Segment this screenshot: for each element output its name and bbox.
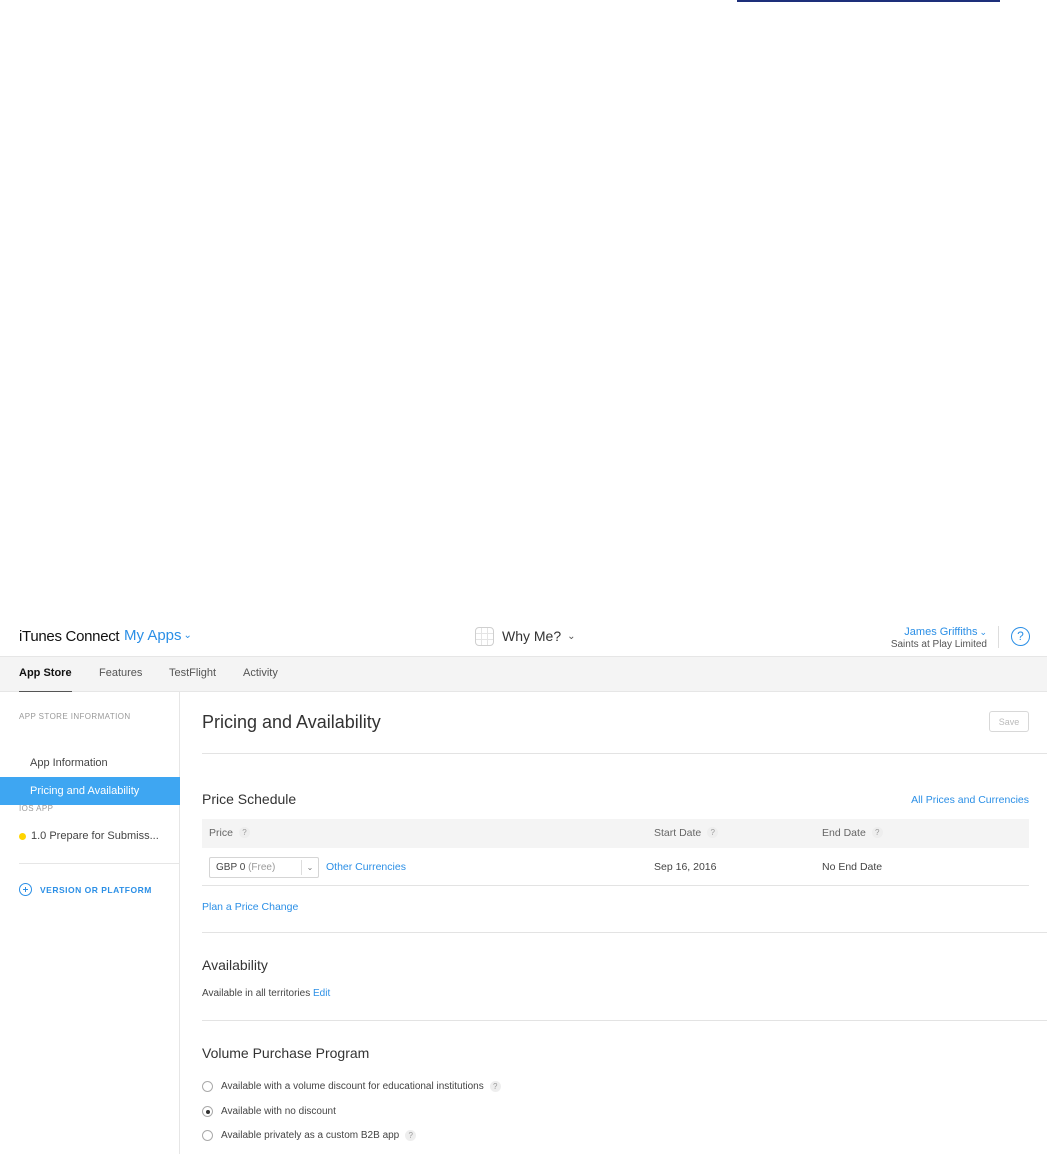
volume-purchase-program-title: Volume Purchase Program: [202, 1045, 370, 1061]
user-name-label: James Griffiths: [904, 626, 978, 638]
section-divider: [202, 1020, 1047, 1021]
vpp-option-label: Available with no discount: [221, 1106, 336, 1117]
app-switcher[interactable]: Why Me? ⌄: [475, 626, 576, 646]
tab-testflight[interactable]: TestFlight: [169, 657, 216, 691]
add-version-label: VERSION OR PLATFORM: [40, 884, 152, 895]
top-header: iTunes Connect My Apps ⌄ Why Me? ⌄ James …: [0, 618, 1047, 656]
sidebar-divider: [19, 863, 180, 864]
status-dot-icon: [19, 832, 26, 840]
main-content: Pricing and Availability Save Price Sche…: [202, 692, 1047, 1154]
edit-availability-link[interactable]: Edit: [313, 988, 330, 999]
radio-button-checked[interactable]: [202, 1106, 213, 1117]
tab-features[interactable]: Features: [99, 657, 142, 691]
user-menu[interactable]: James Griffiths ⌄ Saints at Play Limited: [891, 626, 987, 650]
user-name: James Griffiths ⌄: [891, 626, 987, 638]
vpp-option-label: Available with a volume discount for edu…: [221, 1081, 484, 1092]
radio-button[interactable]: [202, 1081, 213, 1092]
sidebar-item-pricing-and-availability[interactable]: Pricing and Availability: [0, 777, 180, 805]
chevron-down-icon: ⌄: [567, 630, 576, 642]
my-apps-menu[interactable]: My Apps ⌄: [124, 627, 192, 644]
help-icon[interactable]: ?: [238, 827, 250, 838]
radio-button[interactable]: [202, 1130, 213, 1141]
all-prices-link[interactable]: All Prices and Currencies: [911, 794, 1029, 806]
price-schedule-table: Price? Start Date? End Date? GBP 0 (Free…: [202, 819, 1029, 886]
top-underline-bar: [737, 0, 1000, 2]
price-schedule-title: Price Schedule: [202, 791, 297, 807]
sidebar-section-ios-app: IOS APP: [19, 804, 54, 813]
availability-text: Available in all territories Edit: [202, 988, 330, 999]
my-apps-label: My Apps: [124, 627, 182, 644]
plus-circle-icon: [19, 883, 32, 896]
help-icon[interactable]: ?: [871, 827, 883, 838]
price-value: GBP 0: [216, 862, 246, 873]
tab-app-store[interactable]: App Store: [19, 657, 72, 692]
chevron-down-icon: ⌄: [979, 627, 987, 637]
help-icon[interactable]: ?: [1011, 627, 1030, 646]
start-date-value: Sep 16, 2016: [654, 861, 717, 873]
help-icon[interactable]: ?: [489, 1081, 501, 1092]
start-date-column-header: Start Date?: [654, 819, 719, 848]
vpp-option-label: Available privately as a custom B2B app: [221, 1130, 400, 1141]
sidebar-section-app-store-information: APP STORE INFORMATION: [19, 712, 131, 721]
other-currencies-link[interactable]: Other Currencies: [326, 848, 406, 886]
sidebar-item-version[interactable]: 1.0 Prepare for Submiss...: [19, 830, 159, 842]
end-date-header-label: End Date: [822, 827, 866, 839]
help-icon[interactable]: ?: [707, 827, 719, 838]
itunes-connect-app: iTunes Connect My Apps ⌄ Why Me? ⌄ James …: [0, 618, 1047, 1154]
title-divider: [202, 753, 1047, 754]
price-header-label: Price: [209, 827, 233, 839]
vpp-option-educational-discount[interactable]: Available with a volume discount for edu…: [202, 1081, 501, 1092]
version-label: 1.0 Prepare for Submiss...: [31, 830, 159, 842]
add-version-button[interactable]: VERSION OR PLATFORM: [19, 883, 152, 896]
page-title: Pricing and Availability: [202, 712, 381, 732]
app-name: Why Me?: [502, 628, 562, 644]
plan-price-change-link[interactable]: Plan a Price Change: [202, 901, 298, 913]
user-organization: Saints at Play Limited: [890, 639, 987, 650]
price-note: (Free): [248, 862, 276, 873]
vpp-option-custom-b2b[interactable]: Available privately as a custom B2B app …: [202, 1130, 417, 1141]
availability-label: Available in all territories: [202, 988, 311, 999]
chevron-down-icon: ⌄: [183, 630, 192, 641]
header-divider: [998, 626, 999, 648]
availability-title: Availability: [202, 957, 268, 973]
sidebar-item-app-information[interactable]: App Information: [0, 749, 180, 777]
table-header-row: Price? Start Date? End Date?: [202, 819, 1029, 848]
sidebar: APP STORE INFORMATION App Information Pr…: [0, 692, 180, 1154]
tab-bar: App Store Features TestFlight Activity: [0, 656, 1047, 692]
help-icon[interactable]: ?: [405, 1130, 417, 1141]
end-date-column-header: End Date?: [822, 819, 883, 848]
save-button[interactable]: Save: [989, 711, 1029, 732]
end-date-value: No End Date: [822, 861, 883, 873]
app-grid-icon: [475, 626, 494, 646]
table-row: GBP 0 (Free) ⌄ Other Currencies Sep 16, …: [202, 848, 1029, 886]
tab-activity[interactable]: Activity: [243, 657, 278, 691]
chevron-down-icon: ⌄: [301, 860, 318, 875]
start-date-header-label: Start Date: [654, 827, 702, 839]
price-tier-select[interactable]: GBP 0 (Free) ⌄: [209, 857, 319, 878]
brand-title: iTunes Connect: [19, 628, 120, 645]
price-column-header: Price?: [209, 819, 250, 848]
section-divider: [202, 932, 1047, 933]
vpp-option-no-discount[interactable]: Available with no discount: [202, 1106, 336, 1117]
